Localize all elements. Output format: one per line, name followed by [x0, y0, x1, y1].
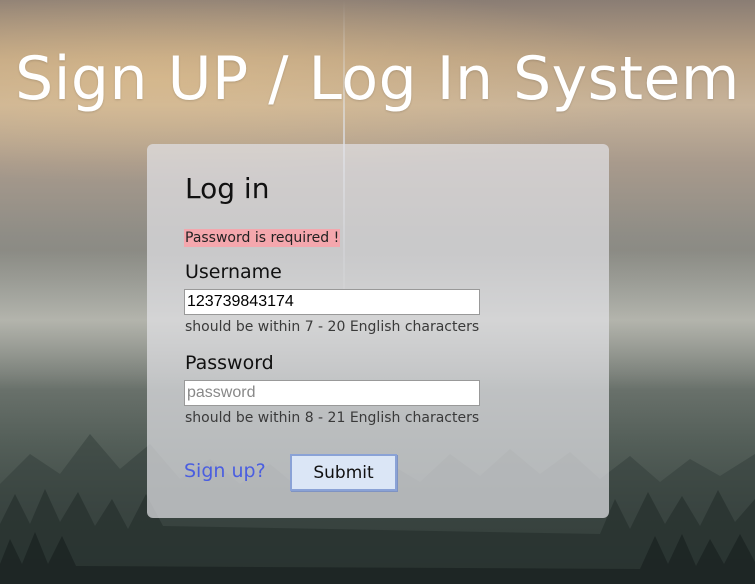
- username-hint: should be within 7 - 20 English characte…: [185, 319, 480, 335]
- password-hint: should be within 8 - 21 English characte…: [185, 410, 480, 426]
- login-card: Log in Password is required ! Username s…: [147, 144, 609, 518]
- password-label: Password: [185, 352, 274, 374]
- username-input[interactable]: [184, 289, 480, 315]
- page-title: Sign UP / Log In System: [15, 44, 740, 114]
- username-label: Username: [185, 261, 282, 283]
- password-input[interactable]: [184, 380, 480, 406]
- error-message: Password is required !: [184, 229, 341, 247]
- login-heading: Log in: [185, 172, 270, 205]
- signup-link[interactable]: Sign up?: [184, 460, 266, 482]
- submit-button[interactable]: Submit: [290, 454, 397, 491]
